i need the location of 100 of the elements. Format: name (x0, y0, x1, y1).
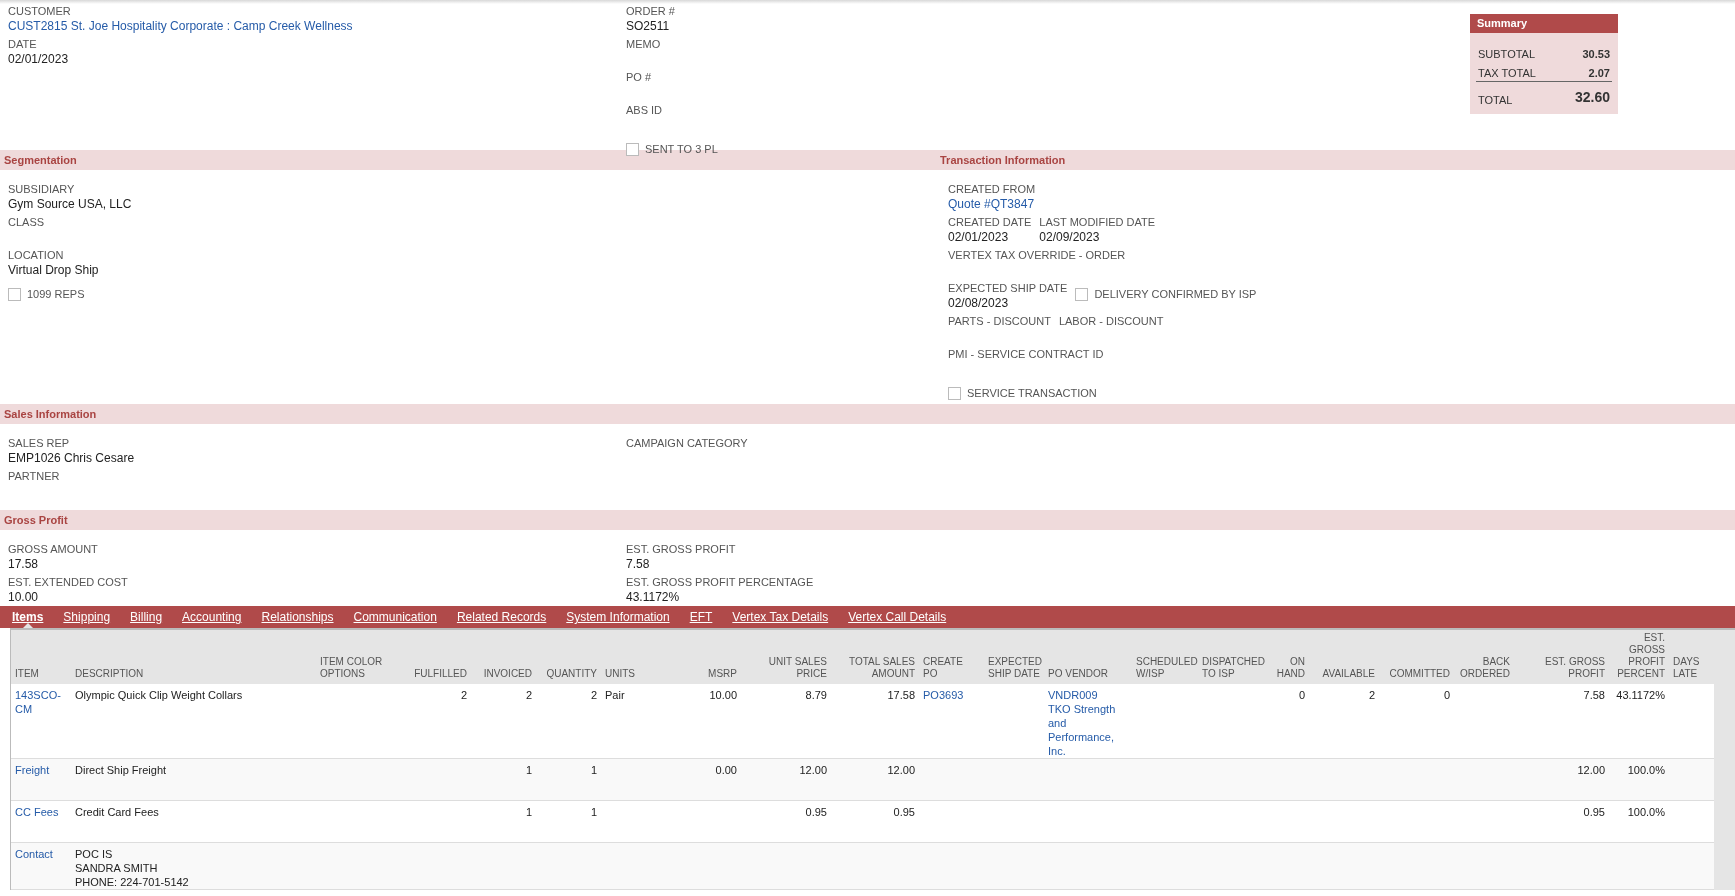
column-header: FULFILLED (414, 668, 467, 680)
tab[interactable]: Vertex Tax Details (732, 606, 829, 628)
table-cell: 2 (525, 688, 532, 702)
field-value: Virtual Drop Ship (8, 262, 100, 278)
column-header: ITEM (15, 668, 39, 680)
checkbox-label: SENT TO 3 PL (645, 143, 718, 156)
field-value: 43.1172% (626, 589, 681, 605)
field-value: 02/01/2023 (948, 229, 1010, 245)
table-cell: 7.58 (1583, 688, 1605, 702)
table-cell: 2 (590, 688, 597, 702)
field-label: EST. GROSS PROFIT PERCENTAGE (626, 575, 815, 589)
checkbox-label: SERVICE TRANSACTION (967, 387, 1097, 400)
column-header: COMMITTED (1389, 668, 1450, 680)
table-cell: Olympic Quick Clip Weight Collars (75, 688, 243, 702)
checkbox-label: 1099 REPS (27, 288, 85, 301)
field-label: SALES REP (8, 436, 71, 450)
field-value: 02/08/2023 (948, 295, 1010, 311)
tab[interactable]: System Information (566, 606, 670, 628)
table-cell: Direct Ship Freight (75, 763, 167, 777)
tab[interactable]: Communication (353, 606, 437, 628)
column-header: AVAILABLE (1322, 668, 1375, 680)
tab[interactable]: Billing (130, 606, 163, 628)
checkbox-label: DELIVERY CONFIRMED BY ISP (1094, 288, 1257, 301)
table-cell: 17.58 (887, 688, 915, 702)
tab[interactable]: Related Records (456, 606, 547, 628)
field-label: LABOR - DISCOUNT (1058, 314, 1164, 328)
table-cell: 1 (525, 763, 532, 777)
field-link[interactable]: Quote #QT3847 (948, 196, 1735, 212)
checkbox[interactable] (626, 143, 639, 156)
column-header: DAYS LATE (1673, 656, 1701, 680)
field-label: LAST MODIFIED DATE (1039, 215, 1156, 229)
field-value: SO2511 (626, 18, 671, 34)
column-header: UNITS (605, 668, 635, 680)
table-cell: 0 (1443, 688, 1450, 702)
field-value: EMP1026 Chris Cesare (8, 450, 136, 466)
summary-label: SUBTOTAL (1478, 46, 1536, 62)
column-header: EST. GROSS PROFIT PERCENT (1616, 632, 1665, 680)
table-link[interactable]: CC Fees (15, 805, 59, 819)
table-cell: 2 (1368, 688, 1375, 702)
field-label: LOCATION (8, 248, 65, 262)
column-header: INVOICED (483, 668, 532, 680)
field-value: 17.58 (8, 556, 40, 572)
table-link[interactable]: TKO Strength and Performance, Inc. (1048, 702, 1128, 758)
table-cell: 0.95 (805, 805, 827, 819)
field-label: EST. GROSS PROFIT (626, 542, 737, 556)
field-label: EXPECTED SHIP DATE (948, 281, 1068, 295)
field-label: PARTNER (8, 469, 61, 483)
field-label: PMI - SERVICE CONTRACT ID (948, 347, 1105, 361)
field-label: CREATED FROM (948, 182, 1037, 196)
table-link[interactable]: Freight (15, 763, 50, 777)
table-cell: Pair (605, 688, 625, 702)
field-label: EST. EXTENDED COST (8, 575, 129, 589)
table-link[interactable]: 143SCO-CM (15, 688, 67, 716)
column-header: DESCRIPTION (75, 668, 144, 680)
checkbox[interactable] (948, 387, 961, 400)
table-cell: 2 (460, 688, 467, 702)
table-cell: 12.00 (887, 763, 915, 777)
field-label: CUSTOMER (8, 4, 72, 18)
checkbox[interactable] (8, 288, 21, 301)
table-cell: 0.95 (893, 805, 915, 819)
table-cell: 12.00 (1577, 763, 1605, 777)
field-label: PARTS - DISCOUNT (948, 314, 1051, 328)
tab[interactable]: Vertex Call Details (848, 606, 947, 628)
tab[interactable]: Relationships (261, 606, 334, 628)
summary-value: 2.07 (1588, 65, 1610, 81)
column-header: BACK ORDERED (1459, 656, 1510, 680)
column-header: TOTAL SALES AMOUNT (848, 656, 915, 680)
field-label: SUBSIDIARY (8, 182, 76, 196)
field-label: CREATED DATE (948, 215, 1032, 229)
tab[interactable]: EFT (689, 606, 713, 628)
field-link[interactable]: CUST2815 St. Joe Hospitality Corporate : Camp Creek Wellness (8, 18, 626, 34)
table-cell: 100.0% (1627, 805, 1665, 819)
table-cell: POC IS (75, 847, 113, 861)
field-label: DATE (8, 37, 38, 51)
field-label: CAMPAIGN CATEGORY (626, 436, 749, 450)
tab[interactable]: Shipping (63, 606, 111, 628)
table-cell: PHONE: 224-701-5142 (75, 875, 189, 889)
column-header: EST. GROSS PROFIT (1544, 656, 1605, 680)
table-cell: SANDRA SMITH (75, 861, 158, 875)
field-label: GROSS AMOUNT (8, 542, 99, 556)
table-link[interactable]: VNDR009 (1048, 688, 1098, 702)
field-label: MEMO (626, 37, 662, 51)
table-link[interactable]: Contact (15, 847, 53, 861)
table-cell: 43.1172% (1616, 688, 1665, 702)
column-header: ON HAND (1275, 656, 1305, 680)
field-label: ORDER # (626, 4, 676, 18)
summary-value: 30.53 (1582, 46, 1610, 62)
checkbox[interactable] (1075, 288, 1089, 301)
table-cell: 100.0% (1627, 763, 1665, 777)
tab[interactable]: Accounting (182, 606, 242, 628)
column-header: DISPATCHED TO ISP (1202, 656, 1265, 680)
table-cell: 0.95 (1583, 805, 1605, 819)
table-cell: 0.00 (715, 763, 737, 777)
table-cell: 12.00 (799, 763, 827, 777)
summary-label: TOTAL (1478, 92, 1513, 108)
section-title: Segmentation (3, 153, 78, 168)
field-value: 02/09/2023 (1039, 229, 1101, 245)
field-label: ABS ID (626, 103, 664, 117)
table-link[interactable]: PO3693 (923, 688, 964, 702)
table-cell: 1 (590, 805, 597, 819)
